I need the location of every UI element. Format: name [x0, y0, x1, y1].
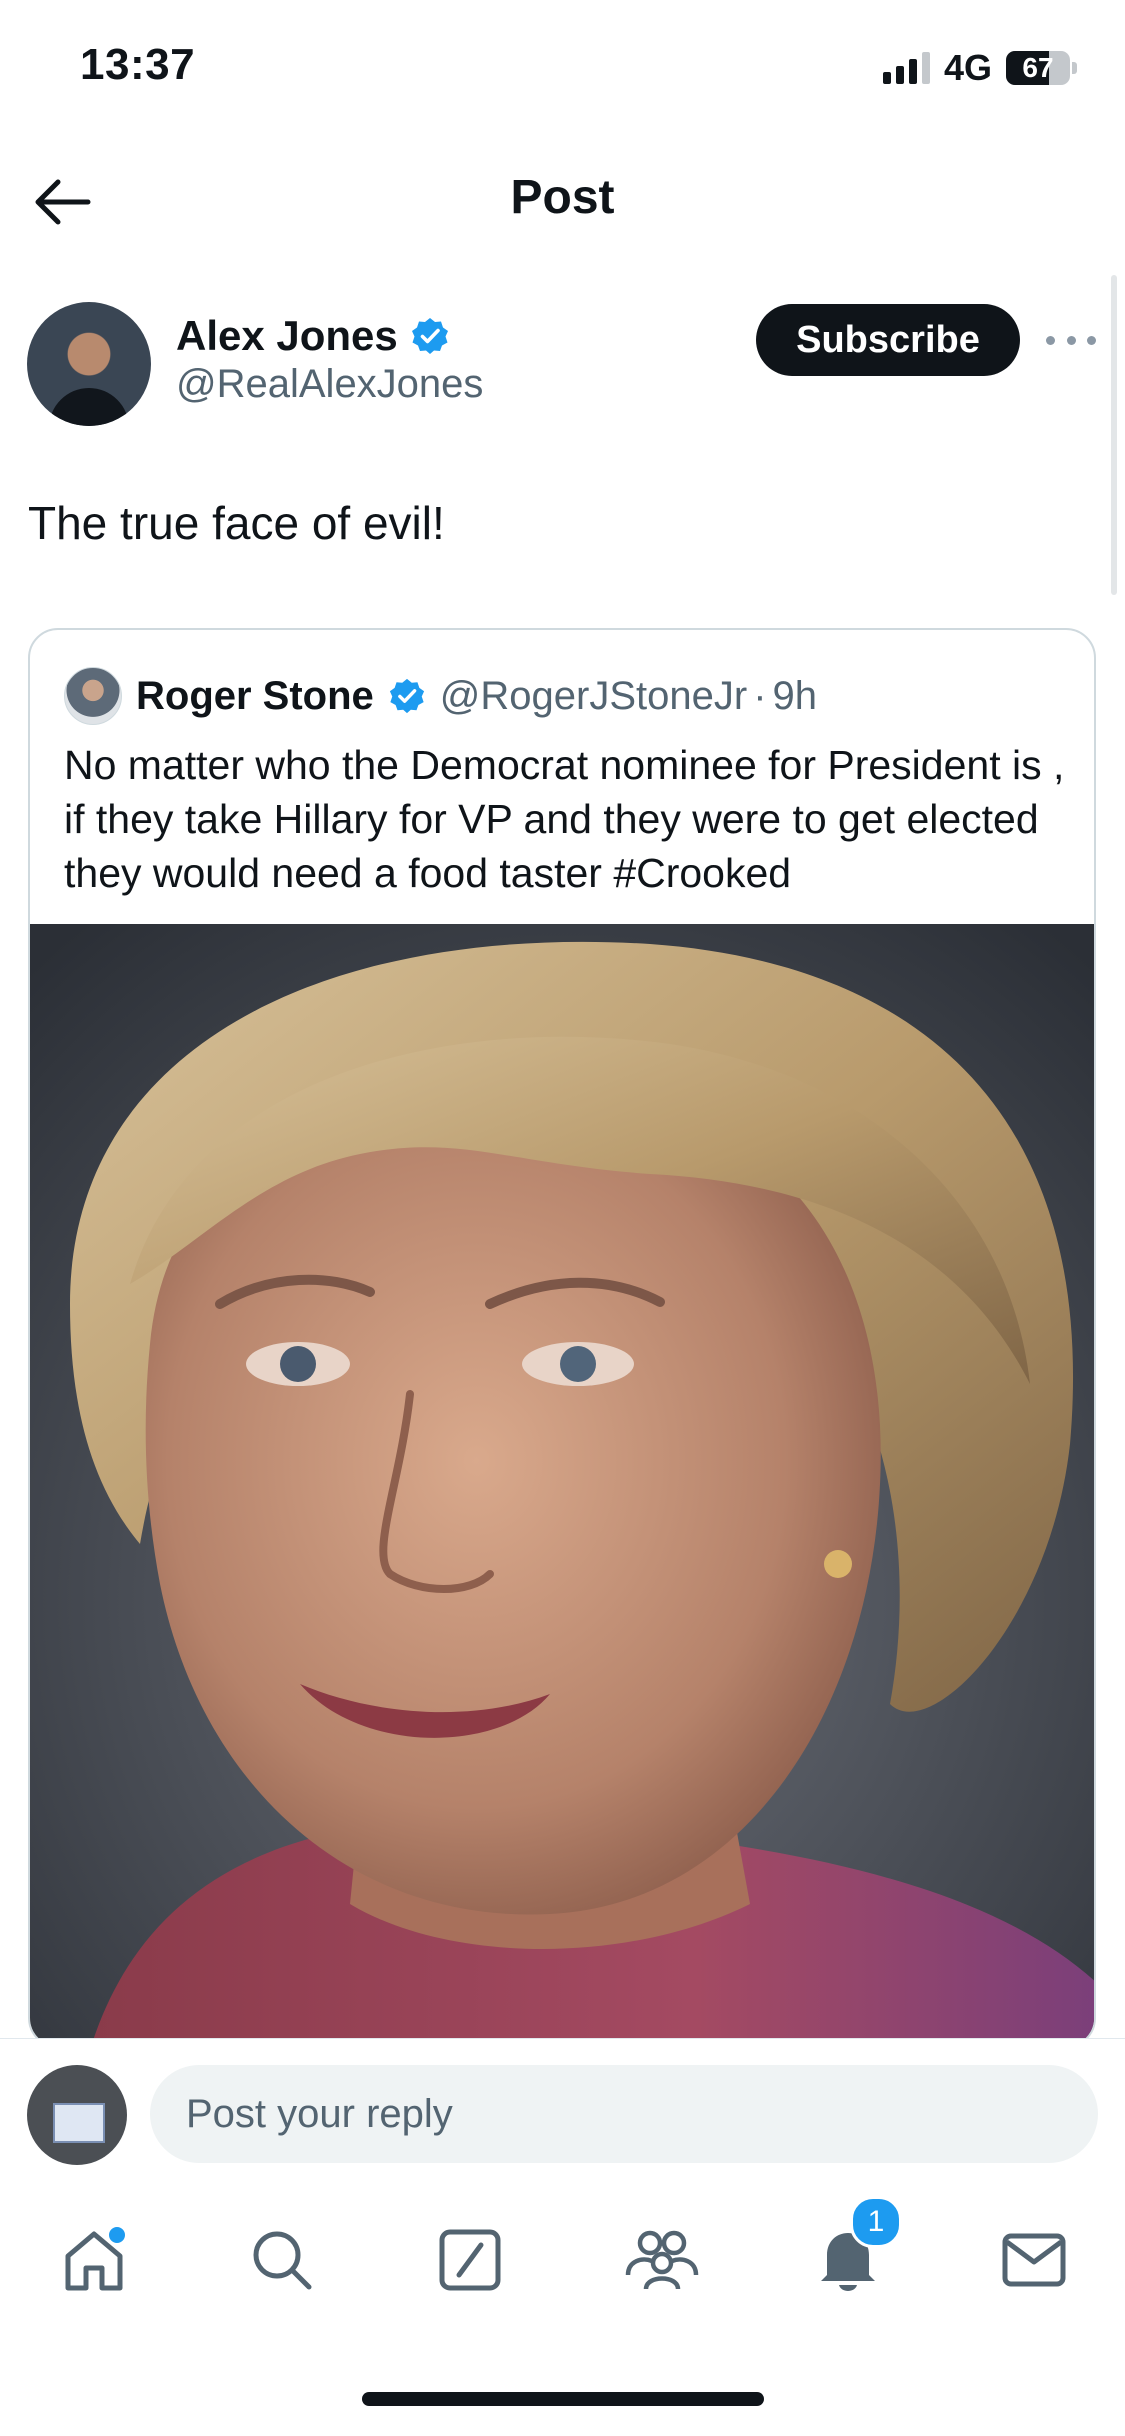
quoted-post-card[interactable]: Roger Stone @RogerJStoneJr · 9h No matte…: [28, 628, 1096, 2048]
tab-home[interactable]: [54, 2220, 134, 2300]
status-bar: 13:37 4G 67: [0, 0, 1125, 140]
home-notification-dot: [106, 2224, 128, 2246]
tab-notifications[interactable]: 1: [808, 2196, 902, 2300]
verified-badge-icon: [389, 678, 424, 714]
status-indicators: 4G 67: [882, 46, 1077, 90]
portrait-photo: [30, 924, 1094, 2046]
quoted-post-header: Roger Stone @RogerJStoneJr · 9h: [64, 666, 817, 726]
tab-communities[interactable]: [622, 2220, 702, 2300]
network-type: 4G: [943, 47, 992, 88]
post-text: The true face of evil!: [28, 497, 445, 549]
quoted-post-separator: ·: [753, 673, 767, 718]
search-icon: [253, 2231, 312, 2290]
page-title: Post: [510, 171, 615, 224]
tab-search[interactable]: [242, 2220, 322, 2300]
communities-icon: [625, 2230, 699, 2290]
author-avatar[interactable]: [27, 302, 151, 426]
post-author-row: Alex Jones @RealAlexJones Subscribe: [0, 290, 1125, 440]
battery-icon: 67: [1006, 51, 1070, 85]
subscribe-button[interactable]: Subscribe: [756, 304, 1020, 376]
author-name-container[interactable]: Alex Jones: [176, 312, 450, 360]
user-avatar[interactable]: [27, 2065, 127, 2165]
home-indicator[interactable]: [362, 2392, 764, 2406]
post-header: Post: [0, 140, 1125, 260]
signal-icon: [882, 52, 930, 84]
more-options-icon[interactable]: [1046, 320, 1096, 360]
verified-badge-icon: [411, 318, 448, 354]
author-handle[interactable]: @RealAlexJones: [176, 362, 483, 407]
quoted-author-handle: @RogerJStoneJr: [439, 673, 748, 718]
quoted-author-avatar: [64, 667, 122, 725]
messages-icon: [1002, 2233, 1066, 2287]
quoted-post-photo[interactable]: [30, 924, 1094, 2046]
quoted-post-text: No matter who the Democrat nominee for P…: [64, 742, 1065, 896]
quoted-post-time: 9h: [772, 673, 818, 718]
reply-input[interactable]: [150, 2065, 1098, 2163]
author-name[interactable]: Alex Jones: [176, 312, 398, 360]
grok-icon: [439, 2229, 501, 2291]
status-time: 13:37: [80, 40, 196, 89]
reply-bar: [0, 2038, 1125, 2188]
bottom-tab-bar: 1: [0, 2188, 1125, 2336]
battery-level: 67: [1022, 52, 1054, 83]
tab-messages[interactable]: [994, 2220, 1074, 2300]
quoted-author-name: Roger Stone: [136, 673, 374, 718]
tab-grok[interactable]: [430, 2220, 510, 2300]
notifications-badge: 1: [850, 2196, 902, 2248]
